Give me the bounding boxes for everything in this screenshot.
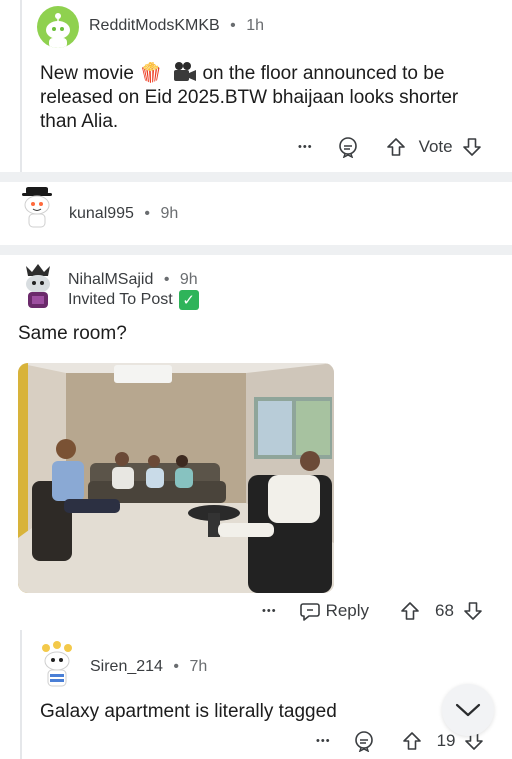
upvote-button[interactable] [385,136,407,158]
comment-actions: ••• Reply 68 [262,600,484,622]
username[interactable]: kunal995 [69,205,134,222]
avatar[interactable] [37,6,79,48]
comment-body: Same room? [18,323,127,344]
username[interactable]: NihalMSajid [68,271,153,288]
avatar[interactable] [14,185,60,231]
thread-line [20,0,22,172]
vote-score: 68 [435,601,454,620]
comment-actions: ••• Vote [298,136,483,158]
reply-label: Reply [325,601,370,620]
comment-divider [0,245,512,255]
username[interactable]: Siren_214 [90,658,163,675]
room-photo-image [18,363,334,593]
more-options-button[interactable]: ••• [298,141,313,153]
timestamp: 9h [179,271,198,288]
username[interactable]: RedditModsKMKB [89,17,220,34]
snoo-avatar-icon [22,187,52,228]
award-button[interactable] [337,136,359,158]
vote-score: 19 [436,731,456,750]
user-flair: Invited To Post ✓ [68,290,199,310]
downvote-button[interactable] [461,136,483,158]
vote-label: Vote [418,137,453,156]
upvote-button[interactable] [401,730,423,752]
timestamp: 7h [189,658,208,675]
separator-dot: • [144,205,151,222]
comment-image[interactable] [18,363,334,593]
separator-dot: • [230,17,236,34]
award-icon [338,137,357,158]
thread-line [20,630,22,759]
chevron-down-icon [455,703,481,717]
reply-button[interactable]: Reply [299,600,369,622]
snoo-avatar-icon [46,13,70,48]
comment-header: RedditModsKMKB • 1h [89,17,264,35]
scroll-next-comment-button[interactable] [442,684,494,736]
flair-text: Invited To Post [68,291,173,308]
separator-dot: • [173,658,180,675]
comment-header: NihalMSajid • 9h [68,271,198,289]
arrow-down-icon [462,138,481,156]
more-options-button[interactable]: ••• [262,605,277,617]
movie-camera-icon [174,62,197,81]
comment-body: New movie 🍿 on the floor announced to be… [40,62,459,132]
comment-body: Galaxy apartment is literally tagged [40,701,337,722]
comment-header: kunal995 • 9h [69,205,178,223]
arrow-up-icon [401,602,419,620]
avatar[interactable] [16,262,60,310]
avatar[interactable] [36,640,78,688]
upvote-button[interactable] [399,600,421,622]
arrow-down-icon [464,602,482,620]
popcorn-emoji: 🍿 [139,63,163,84]
timestamp: 1h [246,17,265,34]
separator-dot: • [163,271,170,288]
more-options-button[interactable]: ••• [316,735,331,747]
snoo-avatar-icon [26,264,50,308]
award-button[interactable] [353,730,375,752]
downvote-button[interactable] [462,600,484,622]
arrow-up-icon [386,138,405,156]
reply-bubble-icon [299,603,320,621]
comment-divider [0,172,512,182]
arrow-up-icon [402,732,421,750]
snoo-avatar-icon [42,641,72,687]
comment-header: Siren_214 • 7h [90,658,207,676]
timestamp: 9h [160,205,179,222]
check-mark-icon: ✓ [178,290,199,310]
award-icon [354,731,373,752]
